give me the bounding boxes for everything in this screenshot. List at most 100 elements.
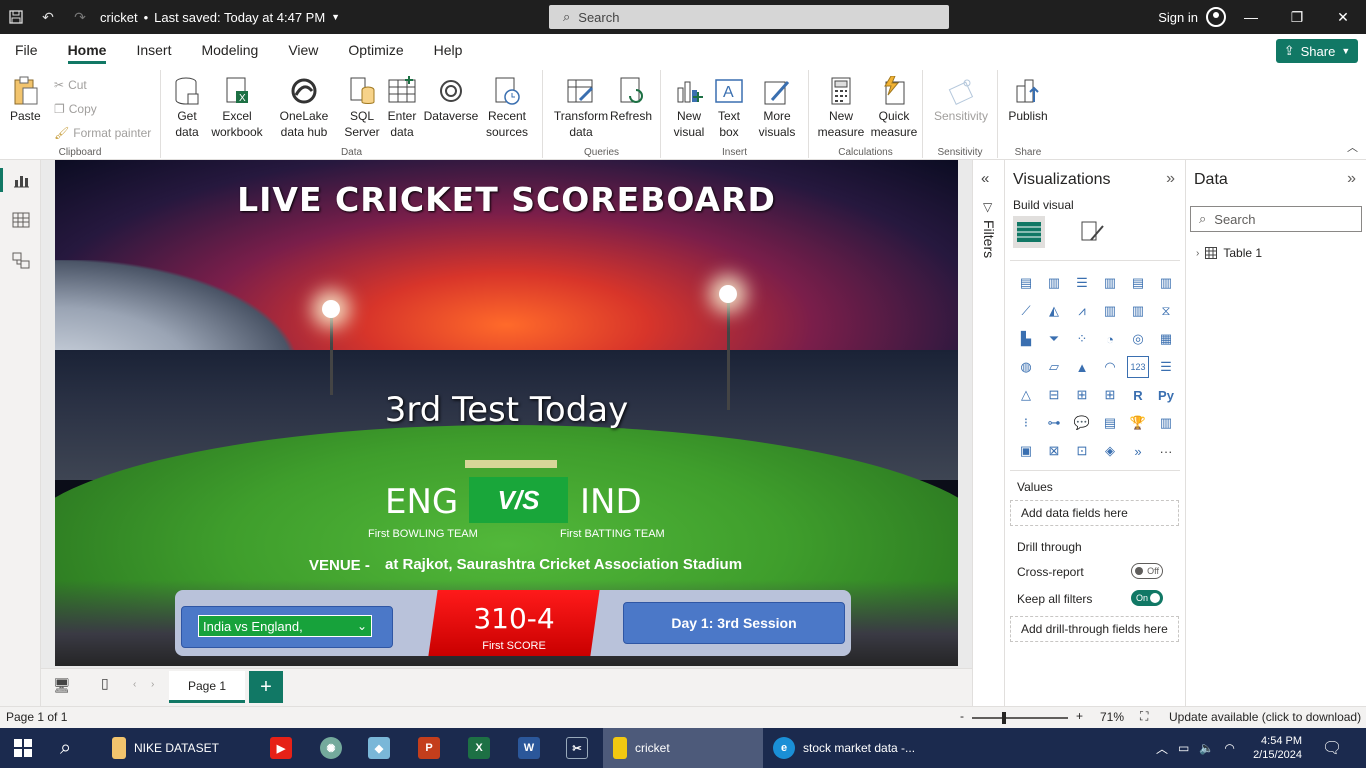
chevron-up-icon[interactable]: ︿ xyxy=(1156,740,1168,757)
share-button[interactable]: ⇪ Share ▼ xyxy=(1276,39,1358,63)
clustered-bar-icon[interactable]: ☰ xyxy=(1071,272,1093,294)
fit-to-page-icon[interactable]: ⛶ xyxy=(1140,709,1148,724)
clock[interactable]: 4:54 PM 2/15/2024 xyxy=(1250,728,1302,768)
excel-workbook-button[interactable]: X Excel workbook xyxy=(211,76,263,140)
cut-button[interactable]: ✂ Cut xyxy=(54,78,87,92)
match-dropdown[interactable]: India vs England, ⌄ xyxy=(198,615,372,637)
model-view-icon[interactable] xyxy=(0,240,41,280)
r-visual-icon[interactable]: R xyxy=(1127,384,1149,406)
expand-filters-icon[interactable]: « xyxy=(981,170,989,187)
taskbar-snipping[interactable]: ✂ xyxy=(566,728,588,768)
onelake-button[interactable]: OneLake data hub xyxy=(267,76,341,140)
gauge-icon[interactable]: ◠ xyxy=(1099,356,1121,378)
stacked-bar-icon[interactable]: ▤ xyxy=(1015,272,1037,294)
python-visual-icon[interactable]: Py xyxy=(1155,384,1177,406)
prev-page-icon[interactable]: ‹ xyxy=(133,679,136,690)
stacked-column-icon[interactable]: ▥ xyxy=(1043,272,1065,294)
taskbar-excel[interactable]: X xyxy=(468,728,490,768)
diamond-icon[interactable]: ◈ xyxy=(1099,440,1121,462)
scatter-icon[interactable]: ⁘ xyxy=(1071,328,1093,350)
maximize-icon[interactable]: ❐ xyxy=(1274,0,1320,34)
enter-data-button[interactable]: Enter data xyxy=(385,76,419,140)
desktop-layout-icon[interactable]: 🖥 xyxy=(53,677,71,694)
taskbar-powerpoint[interactable]: P xyxy=(418,728,440,768)
title-search[interactable]: ⌕ Search xyxy=(549,5,949,29)
format-visual-tab[interactable] xyxy=(1079,218,1109,248)
narrative-icon[interactable]: ▤ xyxy=(1099,412,1121,434)
paste-button[interactable]: Paste xyxy=(10,76,41,124)
goals-icon[interactable]: 🏆 xyxy=(1127,412,1149,434)
power-apps-icon[interactable]: ▣ xyxy=(1015,440,1037,462)
new-visual-button[interactable]: New visual xyxy=(669,76,709,140)
treemap-icon[interactable]: ▦ xyxy=(1155,328,1177,350)
menu-home[interactable]: Home xyxy=(53,34,122,66)
sensitivity-button[interactable]: Sensitivity xyxy=(931,76,991,124)
kpi-icon[interactable]: △ xyxy=(1015,384,1037,406)
slicer-icon[interactable]: ⊟ xyxy=(1043,384,1065,406)
line-column-icon[interactable]: ▥ xyxy=(1099,300,1121,322)
save-icon[interactable] xyxy=(0,0,32,34)
100-bar-icon[interactable]: ▤ xyxy=(1127,272,1149,294)
text-box-button[interactable]: A Text box xyxy=(711,76,747,140)
100-column-icon[interactable]: ▥ xyxy=(1155,272,1177,294)
refresh-button[interactable]: Refresh xyxy=(609,76,653,124)
area-chart-icon[interactable]: ◭ xyxy=(1043,300,1065,322)
values-well[interactable]: Add data fields here xyxy=(1010,500,1179,526)
qa-icon[interactable]: 💬 xyxy=(1071,412,1093,434)
decomposition-tree-icon[interactable]: ⊶ xyxy=(1043,412,1065,434)
filled-map-icon[interactable]: ▱ xyxy=(1043,356,1065,378)
chevron-visual-icon[interactable]: » xyxy=(1127,440,1149,462)
match-slicer[interactable]: India vs England, ⌄ xyxy=(181,606,393,648)
menu-insert[interactable]: Insert xyxy=(121,34,186,66)
ribbon-chart-icon[interactable]: ⧖ xyxy=(1155,300,1177,322)
format-painter-button[interactable]: 🖌 Format painter xyxy=(54,126,151,140)
minimize-icon[interactable]: — xyxy=(1228,0,1274,34)
more-options-icon[interactable]: ··· xyxy=(1155,440,1177,462)
line-stacked-column-icon[interactable]: ▥ xyxy=(1127,300,1149,322)
new-measure-button[interactable]: New measure xyxy=(815,76,867,140)
metrics-icon[interactable]: ⊡ xyxy=(1071,440,1093,462)
close-icon[interactable]: ✕ xyxy=(1320,0,1366,34)
page-tab[interactable]: Page 1 xyxy=(169,671,245,703)
get-data-button[interactable]: Get data xyxy=(169,76,205,140)
add-page-button[interactable]: + xyxy=(249,671,283,703)
sql-server-button[interactable]: SQL Server xyxy=(344,76,380,140)
menu-optimize[interactable]: Optimize xyxy=(333,34,418,66)
taskbar-notes[interactable]: ◆ xyxy=(368,728,390,768)
update-available[interactable]: Update available (click to download) xyxy=(1169,710,1361,724)
transform-data-button[interactable]: Transform data xyxy=(553,76,609,140)
donut-chart-icon[interactable]: ◎ xyxy=(1127,328,1149,350)
taskbar-youtube[interactable]: ▶ xyxy=(270,728,292,768)
pie-chart-icon[interactable]: ◔ xyxy=(1099,328,1121,350)
report-view-icon[interactable] xyxy=(0,160,41,200)
zoom-slider-thumb[interactable] xyxy=(1002,712,1006,724)
recent-sources-button[interactable]: Recent sources xyxy=(481,76,533,140)
taskbar-app-explorer[interactable]: NIKE DATASET xyxy=(104,728,254,768)
stacked-area-icon[interactable]: ⩘ xyxy=(1071,300,1093,322)
table-view-icon[interactable] xyxy=(0,200,41,240)
keep-filters-toggle[interactable]: On xyxy=(1131,590,1163,606)
taskbar-word[interactable]: W xyxy=(518,728,540,768)
file-title[interactable]: cricket • Last saved: Today at 4:47 PM ▼ xyxy=(100,10,340,25)
build-visual-tab[interactable] xyxy=(1013,216,1045,248)
zoom-out-button[interactable]: - xyxy=(960,709,964,723)
multi-row-card-icon[interactable]: ☰ xyxy=(1155,356,1177,378)
quick-measure-button[interactable]: Quick measure xyxy=(869,76,919,140)
table-item[interactable]: › Table 1 xyxy=(1196,246,1262,260)
waterfall-icon[interactable]: ▙ xyxy=(1015,328,1037,350)
funnel-icon[interactable]: ⏷ xyxy=(1043,328,1065,350)
sign-in[interactable]: Sign in xyxy=(1158,0,1226,34)
mobile-layout-icon[interactable]: ▯ xyxy=(101,675,109,692)
data-search-input[interactable]: ⌕ Search xyxy=(1190,206,1362,232)
clustered-column-icon[interactable]: ▥ xyxy=(1099,272,1121,294)
session-button[interactable]: Day 1: 3rd Session xyxy=(623,602,845,644)
taskbar-search-icon[interactable]: ⌕ xyxy=(60,728,71,768)
taskbar-app-edge[interactable]: e stock market data -... xyxy=(773,728,933,768)
zoom-slider[interactable] xyxy=(972,717,1068,719)
zoom-in-button[interactable]: + xyxy=(1076,709,1083,723)
matrix-icon[interactable]: ⊞ xyxy=(1099,384,1121,406)
menu-help[interactable]: Help xyxy=(419,34,478,66)
next-page-icon[interactable]: › xyxy=(151,679,154,690)
menu-file[interactable]: File xyxy=(0,34,53,66)
copy-button[interactable]: ❐ Copy xyxy=(54,102,97,116)
